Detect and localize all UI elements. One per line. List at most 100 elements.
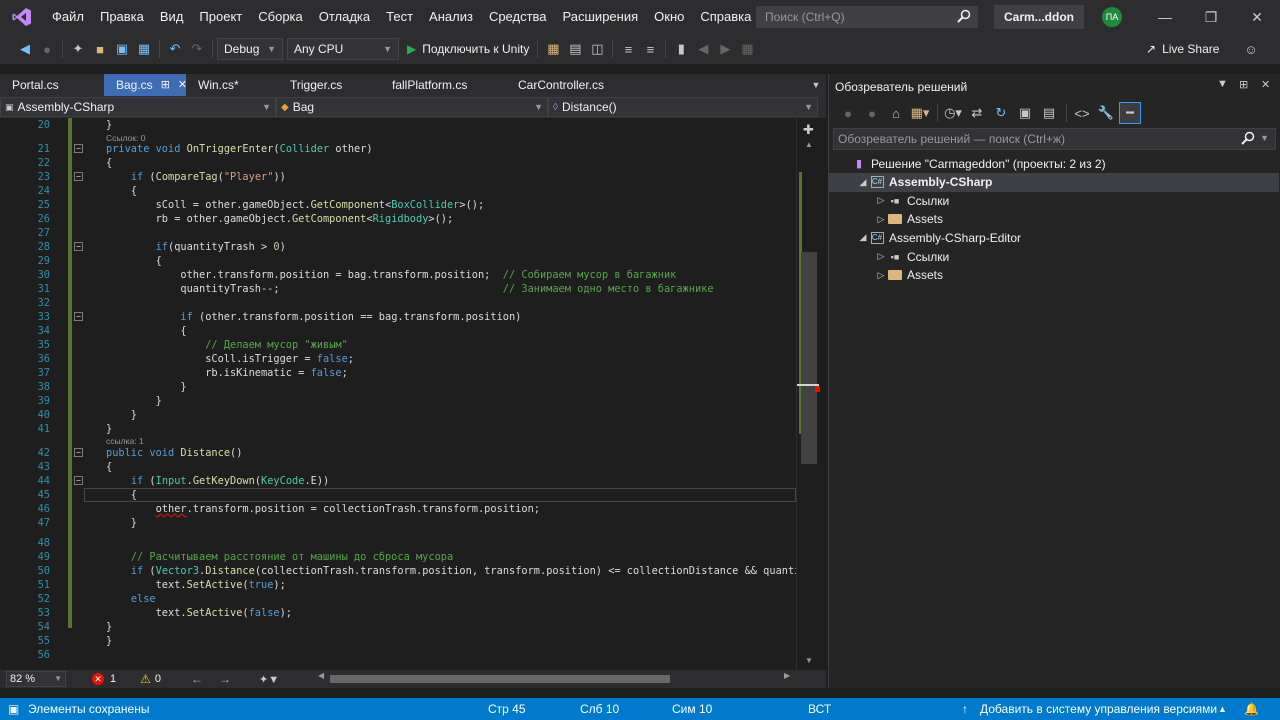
tree-item[interactable]: ▷ ▪■ Ссылки (829, 247, 1279, 266)
chevron-up-icon[interactable]: ▲ (1218, 698, 1227, 720)
tree-item[interactable]: ◢ C# Assembly-CSharp (829, 172, 1279, 192)
avatar[interactable]: ПА (1102, 7, 1122, 27)
code-line[interactable]: 31 quantityTrash--; // Занимаем одно мес… (0, 282, 796, 296)
code-line[interactable]: 30 other.transform.position = bag.transf… (0, 268, 796, 282)
project-select[interactable]: ▣ Assembly-CSharp ▼ (0, 97, 276, 117)
code-line[interactable]: 46 other.transform.position = collection… (0, 502, 796, 516)
minimize-button[interactable]: — (1142, 0, 1188, 34)
code-line[interactable]: 49 // Расчитываем расстояние от машины д… (0, 550, 796, 564)
scroll-down-icon[interactable]: ▼ (805, 656, 813, 665)
menu-build[interactable]: Сборка (250, 0, 311, 34)
close-button[interactable]: ✕ (1234, 0, 1280, 34)
scroll-up-icon[interactable]: ▲ (805, 140, 813, 149)
code-line[interactable]: 27 (0, 226, 796, 240)
refresh-icon[interactable]: ↻ (990, 102, 1012, 124)
code-line[interactable]: 52 else (0, 592, 796, 606)
next-bookmark-icon[interactable]: ▶ (714, 38, 736, 60)
split-editor-icon[interactable]: ✚ (803, 122, 814, 138)
horizontal-scrollbar[interactable]: ◀ ▶ (318, 671, 794, 684)
menu-debug[interactable]: Отладка (311, 0, 378, 34)
class-select[interactable]: ◆ Bag ▼ (276, 97, 548, 117)
code-line[interactable]: 29 { (0, 254, 796, 268)
menu-test[interactable]: Тест (378, 0, 421, 34)
visual-studio-logo-icon[interactable] (0, 0, 44, 34)
tab-carcontroller[interactable]: CarController.cs (506, 74, 636, 96)
collapsed-arrow-icon[interactable]: ▷ (875, 270, 887, 281)
code-line[interactable]: 22 { (0, 156, 796, 170)
menu-file[interactable]: Файл (44, 0, 92, 34)
find-in-files-icon[interactable]: ▦ (542, 38, 564, 60)
uncomment-lines-icon[interactable]: ≡ (639, 38, 661, 60)
code-line[interactable]: 42 − public void Distance() (0, 446, 796, 460)
zoom-select[interactable]: 82 % ▼ (6, 671, 66, 687)
code-line[interactable]: 56 (0, 648, 796, 662)
code-line[interactable]: 34 { (0, 324, 796, 338)
vertical-scrollbar[interactable]: ✚ ▲ ▼ (796, 118, 820, 670)
menu-window[interactable]: Окно (646, 0, 692, 34)
comment-lines-icon[interactable]: ≡ (617, 38, 639, 60)
menu-view[interactable]: Вид (152, 0, 192, 34)
scroll-left-icon[interactable]: ◀ (318, 671, 324, 680)
save-all-icon[interactable]: ▦ (133, 38, 155, 60)
code-line[interactable]: 43 { (0, 460, 796, 474)
code-line[interactable]: 48 (0, 536, 796, 550)
collapse-region-icon[interactable]: − (74, 242, 83, 251)
tab-bag[interactable]: Bag.cs ⊞ ✕ (104, 74, 187, 96)
insert-mode-indicator[interactable]: ВСТ (808, 698, 831, 720)
sync-with-document-icon[interactable]: ⇄ (966, 102, 988, 124)
tab-fallplatform[interactable]: fallPlatform.cs (380, 74, 506, 96)
menu-extensions[interactable]: Расширения (555, 0, 647, 34)
collapse-region-icon[interactable]: − (74, 476, 83, 485)
new-project-icon[interactable]: ✦ (67, 38, 89, 60)
preview-selected-icon[interactable]: ━ (1119, 102, 1141, 124)
feedback-icon[interactable]: ☺ (1240, 38, 1262, 60)
tree-item[interactable]: ▷ Assets (829, 210, 1279, 229)
collapsed-arrow-icon[interactable]: ▷ (875, 251, 887, 262)
tab-win[interactable]: Win.cs* (186, 74, 278, 96)
menu-edit[interactable]: Правка (92, 0, 152, 34)
collapse-region-icon[interactable]: − (74, 144, 83, 153)
properties-icon[interactable]: 🔧 (1095, 102, 1117, 124)
navigate-back-icon[interactable]: ◀ (14, 38, 36, 60)
redo-icon[interactable]: ↷ (186, 38, 208, 60)
source-control-button[interactable]: Добавить в систему управления версиями (980, 698, 1217, 720)
code-line[interactable]: 26 rb = other.gameObject.GetComponent<Ri… (0, 212, 796, 226)
code-line[interactable]: 40 } (0, 408, 796, 422)
line-indicator[interactable]: Стр 45 (488, 698, 526, 720)
code-line[interactable]: 24 { (0, 184, 796, 198)
code-line[interactable]: 51 text.SetActive(true); (0, 578, 796, 592)
pin-icon[interactable]: ⊞ (161, 74, 170, 96)
code-line[interactable]: 25 sColl = other.gameObject.GetComponent… (0, 198, 796, 212)
column-indicator[interactable]: Слб 10 (580, 698, 619, 720)
forward-icon[interactable]: ● (861, 102, 883, 124)
back-icon[interactable]: ● (837, 102, 859, 124)
platform-select[interactable]: Any CPU ▼ (287, 38, 399, 60)
expanded-arrow-icon[interactable]: ◢ (857, 177, 869, 188)
expanded-arrow-icon[interactable]: ◢ (857, 232, 869, 243)
member-select[interactable]: ◊ Distance() ▼ (548, 97, 818, 117)
collapse-region-icon[interactable]: − (74, 172, 83, 181)
code-line[interactable]: 39 } (0, 394, 796, 408)
code-line[interactable]: 36 sColl.isTrigger = false; (0, 352, 796, 366)
code-cleanup-icon[interactable]: ✦▼ (259, 673, 279, 686)
code-line[interactable]: 38 } (0, 380, 796, 394)
menu-tools[interactable]: Средства (481, 0, 555, 34)
error-count[interactable]: ✕ 1 (92, 673, 116, 685)
char-indicator[interactable]: Сим 10 (672, 698, 712, 720)
prev-bookmark-icon[interactable]: ◀ (692, 38, 714, 60)
tree-item[interactable]: ◢ C# Assembly-CSharp-Editor (829, 228, 1279, 247)
code-line[interactable]: 23 − if (CompareTag("Player")) (0, 170, 796, 184)
tab-trigger[interactable]: Trigger.cs (278, 74, 380, 96)
scroll-right-icon[interactable]: ▶ (784, 671, 790, 680)
menu-analyze[interactable]: Анализ (421, 0, 481, 34)
tabs-overflow-icon[interactable]: ▼ (808, 74, 824, 96)
code-line[interactable]: 44 − if (Input.GetKeyDown(KeyCode.E)) (0, 474, 796, 488)
solution-config-icon[interactable]: ▤ (564, 38, 586, 60)
save-icon[interactable]: ▣ (111, 38, 133, 60)
code-editor[interactable]: Ссылок: 0 ссылка: 1 20} 21− private void O… (0, 118, 796, 670)
tree-item[interactable]: ▷ Assets (829, 266, 1279, 285)
menu-project[interactable]: Проект (191, 0, 250, 34)
code-line[interactable]: 55} (0, 634, 796, 648)
scrollbar-thumb[interactable] (801, 252, 817, 464)
switch-views-icon[interactable]: ▦▾ (909, 102, 931, 124)
